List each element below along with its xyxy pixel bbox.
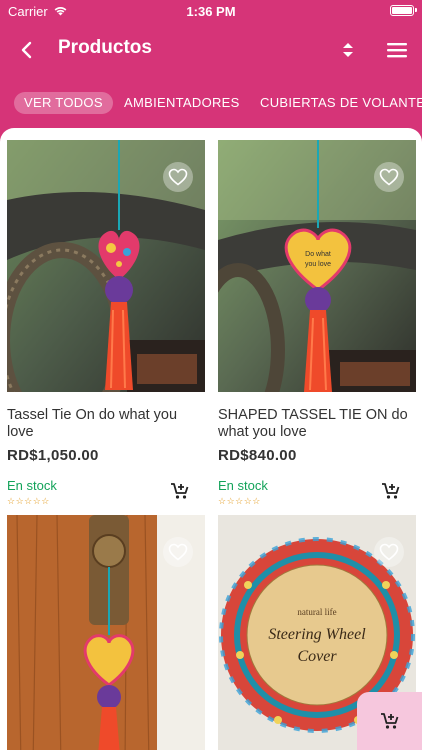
status-bar: Carrier 1:36 PM	[0, 0, 422, 22]
menu-button[interactable]	[383, 36, 411, 64]
sort-icon	[343, 43, 353, 57]
menu-icon	[387, 43, 407, 58]
back-button[interactable]	[12, 36, 40, 64]
status-time: 1:36 PM	[186, 4, 236, 19]
add-to-cart-icon	[171, 483, 189, 499]
product-name[interactable]: SHAPED TASSEL TIE ON do what you love	[218, 407, 416, 441]
svg-text:natural life: natural life	[297, 607, 336, 617]
favorite-button[interactable]	[163, 162, 193, 192]
category-tabs: VER TODOS AMBIENTADORES CUBIERTAS DE VOL…	[0, 88, 422, 118]
tab-cubiertas-de-volante[interactable]: CUBIERTAS DE VOLANTE	[260, 92, 422, 114]
favorite-button[interactable]	[374, 162, 404, 192]
tab-ambientadores[interactable]: AMBIENTADORES	[124, 92, 240, 114]
product-grid: Tassel Tie On do what you love RD$1,050.…	[0, 128, 422, 750]
floating-cart-button[interactable]	[357, 692, 422, 750]
tab-ver-todos[interactable]: VER TODOS	[14, 92, 113, 114]
heart-icon	[379, 168, 399, 186]
svg-text:Cover: Cover	[297, 648, 337, 665]
battery-icon	[390, 5, 417, 16]
favorite-button[interactable]	[163, 537, 193, 567]
product-price: RD$1,050.00	[7, 447, 99, 464]
svg-text:you love: you love	[305, 261, 331, 268]
add-to-cart-icon	[380, 713, 398, 729]
navigation-bar: Productos	[0, 22, 422, 78]
add-to-cart-icon	[382, 483, 400, 499]
stock-status: En stock	[7, 478, 57, 493]
page-title: Productos	[58, 37, 152, 58]
product-name[interactable]: Tassel Tie On do what you love	[7, 407, 205, 441]
rating-stars: ☆☆☆☆☆	[7, 496, 50, 506]
favorite-button[interactable]	[374, 537, 404, 567]
product-price: RD$840.00	[218, 447, 297, 464]
heart-icon	[168, 168, 188, 186]
svg-text:Do what: Do what	[305, 251, 331, 258]
heart-icon	[168, 543, 188, 561]
add-to-cart-button[interactable]	[169, 480, 191, 502]
sort-button[interactable]	[334, 36, 362, 64]
stock-status: En stock	[218, 478, 268, 493]
heart-icon	[379, 543, 399, 561]
rating-stars: ☆☆☆☆☆	[218, 496, 261, 506]
add-to-cart-button[interactable]	[380, 480, 402, 502]
back-chevron-icon	[21, 41, 32, 59]
svg-text:Steering Wheel: Steering Wheel	[268, 626, 366, 643]
